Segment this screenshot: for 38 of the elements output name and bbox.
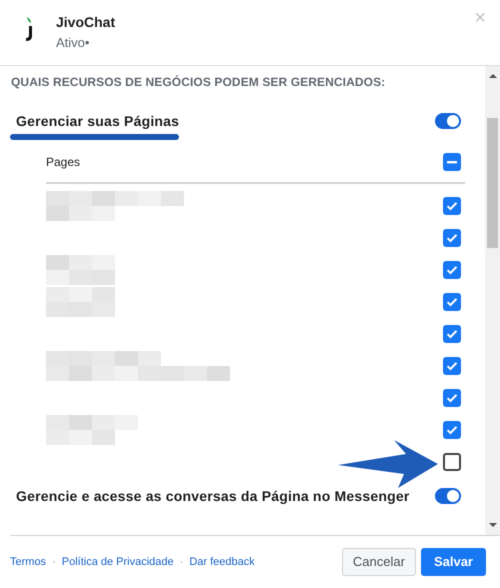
footer-link[interactable]: Política de Privacidade <box>62 556 174 568</box>
separator-dot: · <box>52 556 56 568</box>
scrollbar[interactable] <box>485 66 500 535</box>
checkbox[interactable] <box>443 421 461 439</box>
section-heading: QUAIS RECURSOS DE NEGÓCIOS PODEM SER GERENCIADOS: <box>10 74 386 89</box>
redacted-text <box>46 287 115 317</box>
checkbox[interactable] <box>443 229 461 247</box>
permission-label: Gerenciar suas Páginas <box>16 113 180 129</box>
redacted-text <box>46 255 115 285</box>
checkbox[interactable] <box>443 357 461 375</box>
checkbox[interactable] <box>443 325 461 343</box>
checkbox[interactable] <box>443 389 461 407</box>
app-status: Ativo• <box>56 35 90 50</box>
check-icon <box>446 201 458 211</box>
column-header: Pages <box>46 155 80 169</box>
save-button[interactable]: Salvar <box>420 548 486 576</box>
check-icon <box>446 265 458 275</box>
check-icon <box>446 233 458 243</box>
checkbox[interactable] <box>443 153 461 171</box>
check-icon <box>446 297 458 307</box>
check-icon <box>446 425 458 435</box>
toggle-switch[interactable] <box>435 488 461 504</box>
footer-link[interactable]: Termos <box>10 556 46 568</box>
check-icon <box>446 393 458 403</box>
logo-icon <box>24 17 34 41</box>
checkbox[interactable] <box>443 293 461 311</box>
minus-icon <box>447 160 457 164</box>
check-icon <box>446 361 458 371</box>
permission-label: Gerencie e acesse as conversas da Página no Messenger <box>16 488 410 504</box>
checkbox[interactable] <box>443 197 461 215</box>
checkbox[interactable] <box>443 261 461 279</box>
separator-dot: · <box>180 556 184 568</box>
toggle-switch[interactable] <box>435 113 461 129</box>
app-name: JivoChat <box>56 14 116 30</box>
cancel-button[interactable]: Cancelar <box>342 548 416 576</box>
footer-link[interactable]: Dar feedback <box>189 556 255 568</box>
checkbox[interactable] <box>443 453 461 471</box>
check-icon <box>446 329 458 339</box>
